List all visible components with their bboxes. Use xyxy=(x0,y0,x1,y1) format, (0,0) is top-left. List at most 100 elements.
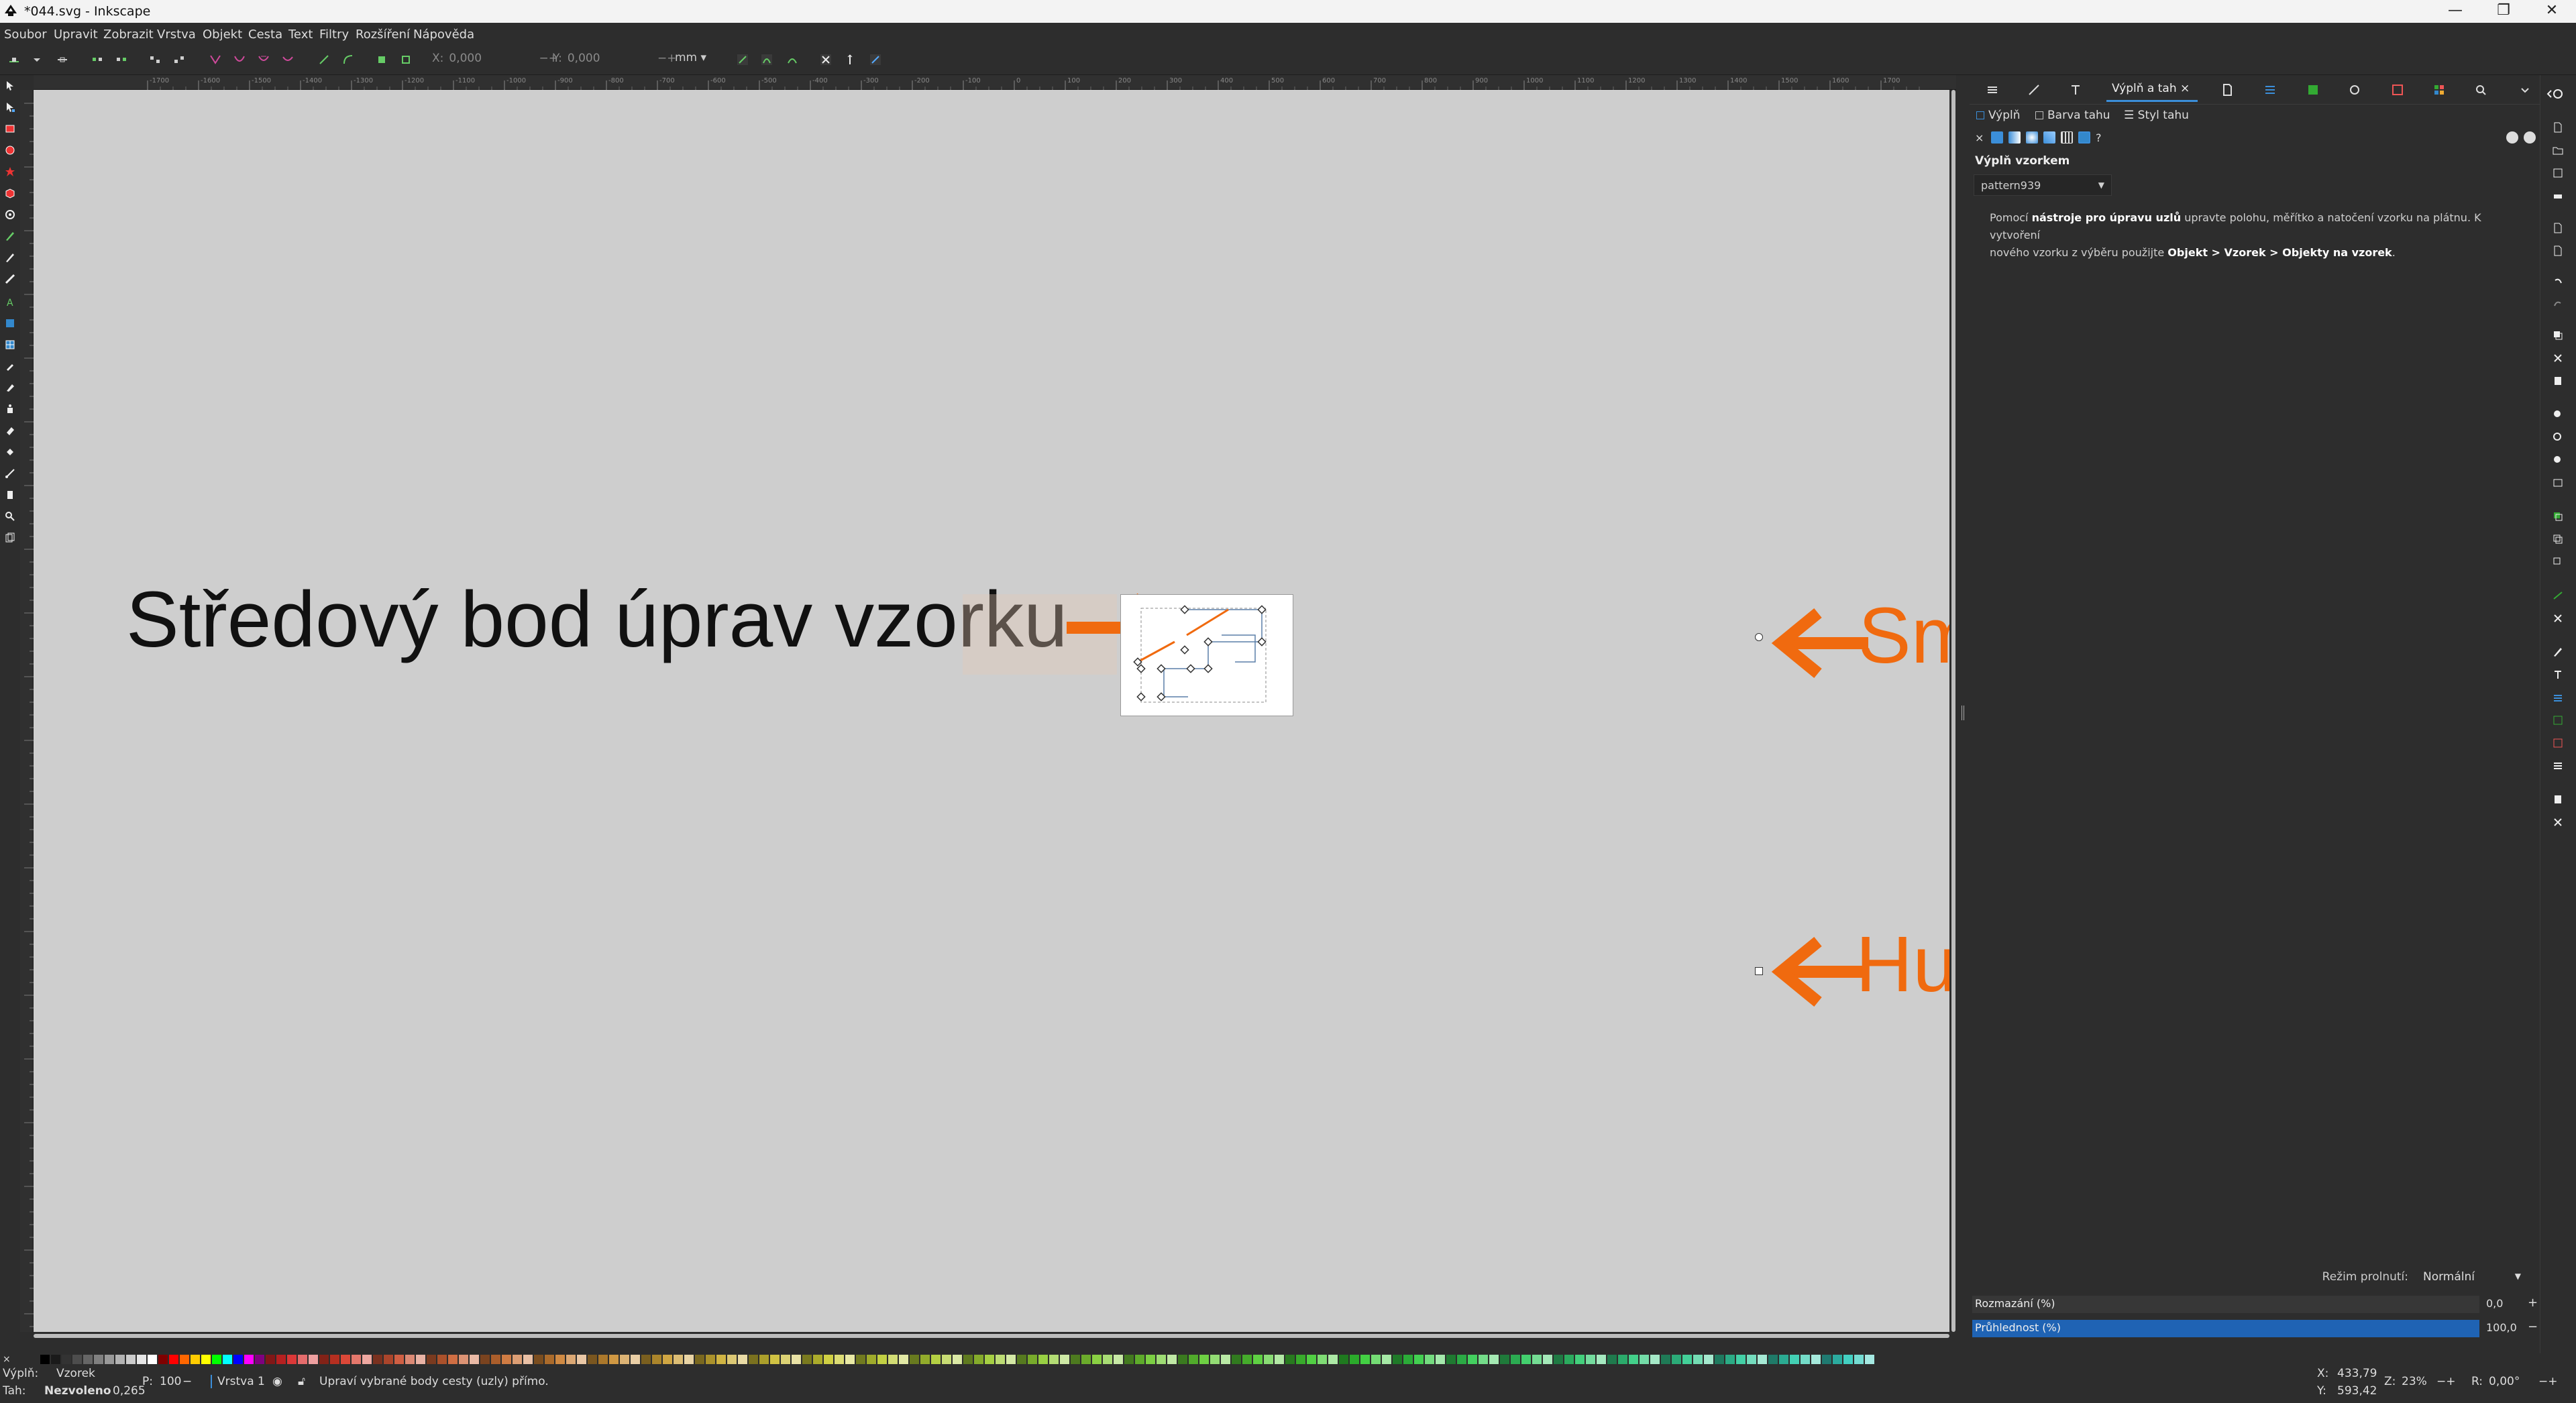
selector-tool-icon[interactable] xyxy=(5,80,15,91)
palette-swatch[interactable] xyxy=(158,1355,168,1364)
copy-icon[interactable] xyxy=(2553,330,2563,341)
palette-swatch[interactable] xyxy=(1704,1355,1713,1364)
palette-swatch[interactable] xyxy=(352,1355,361,1364)
status-opacity-stepper[interactable]: − xyxy=(182,1375,192,1388)
menu-objekt[interactable]: Objekt xyxy=(203,27,242,42)
zoom-drawing-icon[interactable] xyxy=(2553,432,2563,443)
palette-swatch[interactable] xyxy=(1736,1355,1746,1364)
palette-swatch[interactable] xyxy=(1457,1355,1466,1364)
paint-bucket-tool-icon[interactable] xyxy=(5,447,15,457)
palette-swatch[interactable] xyxy=(631,1355,640,1364)
layers-command-icon[interactable] xyxy=(2553,692,2563,703)
ellipse-tool-icon[interactable] xyxy=(5,145,15,156)
palette-swatch[interactable] xyxy=(856,1355,865,1364)
palette-swatch[interactable] xyxy=(1725,1355,1735,1364)
make-line-icon[interactable] xyxy=(318,54,330,66)
palette-swatch[interactable] xyxy=(1210,1355,1220,1364)
palette-swatch[interactable] xyxy=(223,1355,232,1364)
show-transform-handles-icon[interactable] xyxy=(820,54,832,66)
palette-swatch[interactable] xyxy=(1661,1355,1670,1364)
palette-swatch[interactable] xyxy=(1640,1355,1649,1364)
palette-swatch[interactable] xyxy=(953,1355,962,1364)
star-tool-icon[interactable] xyxy=(5,166,15,177)
subtab-fill[interactable]: Výplň xyxy=(1976,109,2021,122)
palette-swatch[interactable] xyxy=(620,1355,629,1364)
show-clipping-path-icon[interactable] xyxy=(737,54,749,66)
palette-swatch[interactable] xyxy=(899,1355,908,1364)
palette-swatch[interactable] xyxy=(1017,1355,1026,1364)
palette-swatch[interactable] xyxy=(1425,1355,1434,1364)
palette-swatch[interactable] xyxy=(877,1355,887,1364)
unset-paint-icon[interactable]: ? xyxy=(2096,131,2108,144)
pattern-rotate-handle[interactable] xyxy=(1755,633,1763,641)
pattern-fill-icon[interactable] xyxy=(2061,131,2073,144)
fill-stroke-command-icon[interactable] xyxy=(2553,647,2563,657)
palette-swatch[interactable] xyxy=(1682,1355,1692,1364)
show-handles-icon[interactable] xyxy=(844,54,856,66)
splitter-grip[interactable] xyxy=(1962,706,1964,720)
status-stroke-value[interactable]: Nezvoleno xyxy=(44,1384,111,1398)
palette-swatch[interactable] xyxy=(105,1355,114,1364)
palette-swatch[interactable] xyxy=(1468,1355,1477,1364)
palette-swatch[interactable] xyxy=(942,1355,951,1364)
zoom-value[interactable]: 23% xyxy=(2402,1375,2427,1388)
palette-swatch[interactable] xyxy=(534,1355,543,1364)
palette-swatch[interactable] xyxy=(72,1355,82,1364)
palette-swatch[interactable] xyxy=(1500,1355,1509,1364)
palette-swatch[interactable] xyxy=(663,1355,672,1364)
palette-swatch[interactable] xyxy=(1543,1355,1552,1364)
palette-swatch[interactable] xyxy=(427,1355,436,1364)
palette-swatch[interactable] xyxy=(330,1355,339,1364)
palette-swatch[interactable] xyxy=(1414,1355,1424,1364)
palette-swatch[interactable] xyxy=(1393,1355,1402,1364)
align-distribute-icon[interactable] xyxy=(2553,738,2563,748)
unit-select[interactable]: mm ▾ xyxy=(675,51,715,68)
text-font-icon[interactable] xyxy=(2553,669,2563,680)
palette-swatch[interactable] xyxy=(233,1355,243,1364)
delete-segment-icon[interactable] xyxy=(173,54,185,66)
palette-swatch[interactable] xyxy=(1071,1355,1080,1364)
palette-swatch[interactable] xyxy=(716,1355,726,1364)
pages-tool-icon[interactable] xyxy=(5,532,15,543)
palette-swatch[interactable] xyxy=(502,1355,511,1364)
group-icon[interactable] xyxy=(2553,590,2563,601)
palette-swatch[interactable] xyxy=(1854,1355,1864,1364)
text-tab-icon[interactable] xyxy=(2069,83,2082,97)
status-opacity-value[interactable]: 100 xyxy=(160,1375,181,1388)
xml-editor-icon[interactable] xyxy=(2553,715,2563,726)
palette-swatch[interactable] xyxy=(394,1355,404,1364)
palette-swatch[interactable] xyxy=(1768,1355,1778,1364)
pattern-scale-handle[interactable] xyxy=(1755,967,1763,975)
fill-rule-nonzero-icon[interactable] xyxy=(2524,131,2536,144)
palette-swatch[interactable] xyxy=(1650,1355,1660,1364)
palette-swatch[interactable] xyxy=(1618,1355,1627,1364)
linear-gradient-icon[interactable] xyxy=(2008,131,2021,144)
palette-swatch[interactable] xyxy=(513,1355,522,1364)
measure-tool-icon[interactable] xyxy=(5,490,15,500)
horizontal-scroll-thumb[interactable] xyxy=(34,1334,1949,1338)
join-nodes-icon[interactable] xyxy=(91,54,103,66)
palette-swatch[interactable] xyxy=(1167,1355,1177,1364)
palette-swatch[interactable] xyxy=(1865,1355,1874,1364)
cut-icon[interactable] xyxy=(2553,353,2563,363)
menu-upravit[interactable]: Upravit xyxy=(54,27,98,42)
open-document-icon[interactable] xyxy=(2553,145,2563,156)
palette-swatch[interactable] xyxy=(867,1355,876,1364)
palette-swatch[interactable] xyxy=(180,1355,189,1364)
new-document-icon[interactable] xyxy=(2553,122,2563,133)
zoom-stepper[interactable]: −+ xyxy=(2436,1375,2456,1388)
rectangle-tool-icon[interactable] xyxy=(5,123,15,134)
palette-swatch[interactable] xyxy=(910,1355,919,1364)
zoom-page-width-icon[interactable] xyxy=(2553,478,2563,488)
palette-swatch[interactable] xyxy=(309,1355,318,1364)
menu-text[interactable]: Text xyxy=(288,27,313,42)
palette-swatch[interactable] xyxy=(83,1355,93,1364)
palette-swatch[interactable] xyxy=(588,1355,597,1364)
palette-swatch[interactable] xyxy=(1693,1355,1703,1364)
menu-rozsireni[interactable]: Rozšíření xyxy=(356,27,410,42)
palette-swatch[interactable] xyxy=(126,1355,136,1364)
palette-swatch[interactable] xyxy=(674,1355,683,1364)
palette-swatch[interactable] xyxy=(1564,1355,1574,1364)
spiral-tool-icon[interactable] xyxy=(5,209,15,220)
palette-swatch[interactable] xyxy=(1607,1355,1617,1364)
